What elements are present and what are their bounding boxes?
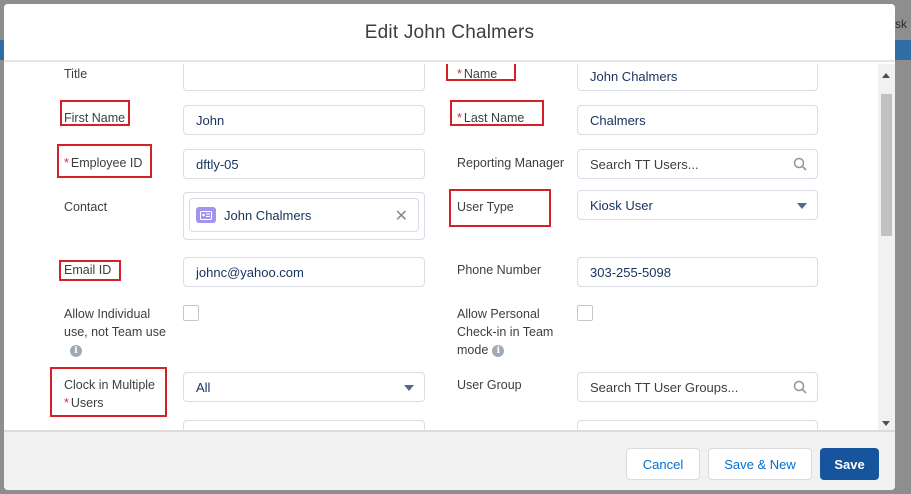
modal-header: Edit John Chalmers — [4, 4, 895, 62]
info-icon[interactable]: i — [70, 344, 82, 357]
modal-footer: Cancel Save & New Save — [4, 430, 895, 490]
name-input[interactable]: John Chalmers — [577, 64, 818, 91]
user-type-label: User Type — [457, 200, 514, 214]
reporting-manager-search[interactable]: Search TT Users... — [577, 149, 818, 179]
first-name-input[interactable]: John — [183, 105, 425, 135]
user-group-label: User Group — [457, 378, 522, 392]
modal-scrollbar[interactable] — [878, 64, 895, 430]
reporting-manager-label: Reporting Manager — [457, 156, 565, 170]
contact-value: John Chalmers — [224, 207, 312, 223]
chevron-down-icon — [404, 385, 414, 391]
next-row-input-right[interactable] — [577, 420, 818, 430]
email-id-input[interactable]: johnc@yahoo.com — [183, 257, 425, 287]
cancel-button[interactable]: Cancel — [626, 448, 700, 480]
user-group-search[interactable]: Search TT User Groups... — [577, 372, 818, 402]
close-icon[interactable]: ✕ — [395, 206, 408, 226]
phone-number-input[interactable]: 303-255-5098 — [577, 257, 818, 287]
contact-pill[interactable]: John Chalmers ✕ — [189, 198, 419, 232]
edit-user-modal: Edit John Chalmers Title * Name John Chal… — [4, 4, 895, 490]
last-name-label: * Last Name — [457, 111, 525, 125]
name-label: * Name — [457, 67, 498, 81]
scroll-thumb[interactable] — [881, 94, 892, 236]
contact-card-icon — [196, 207, 216, 223]
allow-personal-checkbox[interactable] — [577, 305, 593, 321]
contact-lookup[interactable]: John Chalmers ✕ — [183, 192, 425, 240]
scroll-up-arrow-icon[interactable] — [882, 73, 890, 78]
user-type-select[interactable]: Kiosk User — [577, 190, 818, 220]
allow-individual-checkbox[interactable] — [183, 305, 199, 321]
employee-id-input[interactable]: dftly-05 — [183, 149, 425, 179]
title-input[interactable] — [183, 64, 425, 91]
email-id-label: Email ID — [64, 263, 112, 277]
next-row-input-left[interactable] — [183, 420, 425, 430]
scroll-down-arrow-icon[interactable] — [882, 421, 890, 426]
phone-number-label: Phone Number — [457, 263, 542, 277]
save-button[interactable]: Save — [820, 448, 879, 480]
clock-in-multiple-select[interactable]: All — [183, 372, 425, 402]
clock-in-multiple-label: Clock in Multiple * Users — [64, 378, 156, 410]
background-app-bar-right — [895, 40, 911, 60]
background-text: sk — [895, 17, 907, 31]
save-and-new-button[interactable]: Save & New — [708, 448, 812, 480]
info-icon[interactable]: i — [492, 344, 505, 357]
employee-id-label: * Employee ID — [64, 156, 143, 170]
allow-individual-label: Allow Individual use, not Team use i — [64, 307, 166, 357]
modal-body: Title * Name John Chalmers First Name Joh… — [4, 64, 895, 430]
search-icon — [793, 157, 807, 171]
modal-title: Edit John Chalmers — [364, 22, 535, 43]
last-name-input[interactable]: Chalmers — [577, 105, 818, 135]
chevron-down-icon — [797, 203, 807, 209]
contact-label: Contact — [64, 200, 108, 214]
first-name-label: First Name — [64, 111, 126, 125]
title-label: Title — [64, 67, 88, 81]
search-icon — [793, 380, 807, 394]
allow-personal-label: Allow Personal Check-in in Team mode i — [457, 307, 554, 357]
